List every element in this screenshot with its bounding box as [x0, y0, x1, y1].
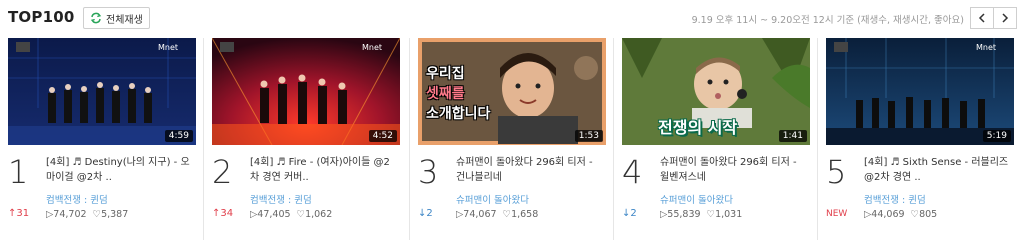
- video-duration: 1:41: [778, 130, 807, 142]
- rank-change: ↓2: [622, 208, 637, 219]
- section-title: TOP100: [8, 8, 75, 26]
- thumbnail-caption: 우리집: [426, 66, 465, 82]
- like-count: ♡5,387: [92, 209, 129, 220]
- video-title[interactable]: [4회] ♬ Sixth Sense - 러블리즈 @2차 경연 ..: [864, 155, 1012, 185]
- video-card[interactable]: 전쟁의 시작 1:41 4 슈퍼맨이 돌아왔다 296회 티저 - 윌벤져스네 …: [622, 38, 818, 240]
- video-title[interactable]: [4회] ♬ Destiny(나의 지구) - 오마이걸 @2차 ..: [46, 155, 194, 185]
- like-count: ♡1,062: [296, 209, 333, 220]
- chevron-left-icon: [978, 13, 985, 23]
- thumbnail-caption: 셋째를: [426, 86, 465, 102]
- video-title[interactable]: [4회] ♬ Fire - (여자)아이들 @2차 경연 커버..: [250, 155, 398, 185]
- divider: [613, 38, 614, 240]
- repeat-icon: [90, 12, 102, 24]
- video-duration: 5:19: [982, 130, 1011, 142]
- thumbnail-caption: 전쟁의 시작: [658, 118, 738, 137]
- divider: [817, 38, 818, 240]
- rank-change-new-badge: NEW: [826, 209, 848, 219]
- ranking-criteria: 9.19 오후 11시 ~ 9.20오전 12시 기준 (재생수, 재생시간, …: [691, 15, 964, 26]
- divider: [203, 38, 204, 240]
- like-count: ♡805: [910, 209, 938, 220]
- play-all-button[interactable]: 전체재생: [83, 7, 150, 29]
- svg-text:Mnet: Mnet: [976, 43, 996, 52]
- video-title[interactable]: 슈퍼맨이 돌아왔다 296회 티저 - 건나블리네: [456, 155, 604, 185]
- rank-number: 5: [826, 153, 847, 191]
- video-thumbnail[interactable]: Mnet 4:52: [212, 38, 400, 145]
- svg-text:Mnet: Mnet: [362, 43, 382, 52]
- rank-change: ↓2: [418, 208, 433, 219]
- svg-text:Mnet: Mnet: [158, 43, 178, 52]
- video-thumbnail[interactable]: 전쟁의 시작 1:41: [622, 38, 810, 145]
- view-count: ▷47,405: [250, 209, 291, 220]
- video-stats: ▷44,069 ♡805: [864, 209, 937, 220]
- video-card[interactable]: Mnet 4:59 1 [4회] ♬ Destiny(나의 지구) - 오마이걸…: [8, 38, 204, 240]
- divider: [409, 38, 410, 240]
- channel-name[interactable]: 슈퍼맨이 돌아왔다: [456, 192, 529, 206]
- video-duration: 4:59: [164, 130, 193, 142]
- video-card[interactable]: Mnet 5:19 5 [4회] ♬ Sixth Sense - 러블리즈 @2…: [826, 38, 1022, 240]
- rank-change: ↑31: [8, 208, 30, 219]
- chevron-right-icon: [1002, 13, 1009, 23]
- rank-change: ↑34: [212, 208, 234, 219]
- video-list: Mnet 4:59 1 [4회] ♬ Destiny(나의 지구) - 오마이걸…: [0, 38, 1024, 240]
- view-count: ▷44,069: [864, 209, 905, 220]
- video-card[interactable]: 우리집 셋째를 소개합니다 1:53 3 슈퍼맨이 돌아왔다 296회 티저 -…: [418, 38, 614, 240]
- view-count: ▷55,839: [660, 209, 701, 220]
- video-duration: 4:52: [368, 130, 397, 142]
- video-thumbnail[interactable]: 우리집 셋째를 소개합니다 1:53: [418, 38, 606, 145]
- channel-name[interactable]: 컴백전쟁 : 퀸덤: [46, 192, 108, 206]
- like-count: ♡1,031: [706, 209, 743, 220]
- channel-name[interactable]: 슈퍼맨이 돌아왔다: [660, 192, 733, 206]
- rank-number: 4: [622, 153, 643, 191]
- like-count: ♡1,658: [502, 209, 539, 220]
- prev-button[interactable]: [970, 7, 994, 29]
- video-stats: ▷47,405 ♡1,062: [250, 209, 332, 220]
- video-card[interactable]: Mnet 4:52 2 [4회] ♬ Fire - (여자)아이들 @2차 경연…: [212, 38, 408, 240]
- rank-number: 3: [418, 153, 439, 191]
- thumbnail-caption: 소개합니다: [426, 106, 491, 122]
- next-button[interactable]: [993, 7, 1017, 29]
- channel-name[interactable]: 컴백전쟁 : 퀸덤: [250, 192, 312, 206]
- rank-number: 1: [8, 153, 29, 191]
- video-stats: ▷74,702 ♡5,387: [46, 209, 128, 220]
- video-thumbnail[interactable]: Mnet 5:19: [826, 38, 1014, 145]
- top100-header: TOP100 전체재생 9.19 오후 11시 ~ 9.20오전 12시 기준 …: [0, 0, 1024, 36]
- view-count: ▷74,067: [456, 209, 497, 220]
- view-count: ▷74,702: [46, 209, 87, 220]
- video-stats: ▷55,839 ♡1,031: [660, 209, 742, 220]
- video-thumbnail[interactable]: Mnet 4:59: [8, 38, 196, 145]
- channel-name[interactable]: 컴백전쟁 : 퀸덤: [864, 192, 926, 206]
- play-all-label: 전체재생: [106, 14, 143, 26]
- video-stats: ▷74,067 ♡1,658: [456, 209, 538, 220]
- rank-number: 2: [212, 153, 233, 191]
- video-duration: 1:53: [574, 130, 603, 142]
- video-title[interactable]: 슈퍼맨이 돌아왔다 296회 티저 - 윌벤져스네: [660, 155, 808, 185]
